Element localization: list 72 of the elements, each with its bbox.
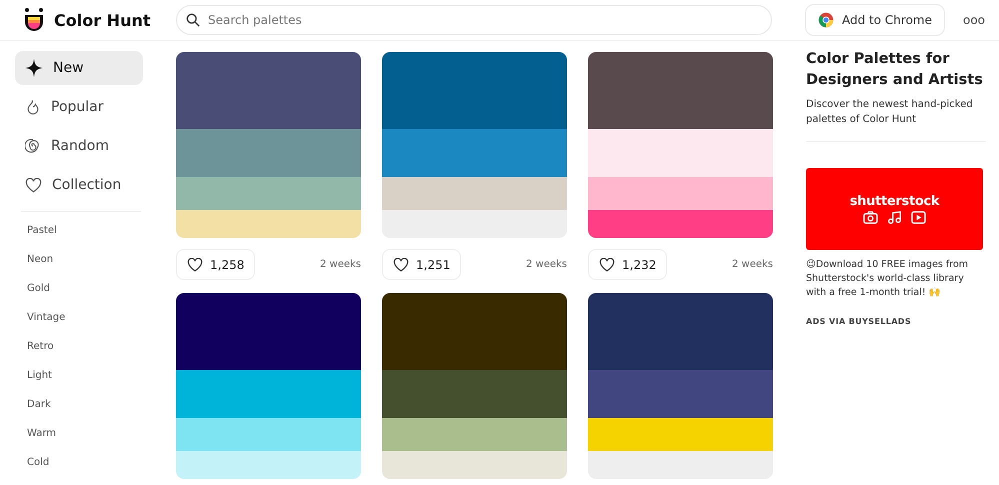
color-swatch[interactable] [382, 293, 567, 370]
add-to-chrome-button[interactable]: Add to Chrome [805, 4, 945, 36]
tag-link[interactable]: Pastel [15, 221, 160, 250]
ad-banner[interactable]: shutterstock [806, 168, 983, 250]
palette-swatches[interactable] [176, 52, 361, 238]
tag-link[interactable]: Neon [15, 250, 160, 279]
heart-icon [25, 178, 42, 192]
color-swatch[interactable] [176, 293, 361, 370]
palette-swatches[interactable] [382, 293, 567, 479]
tag-link[interactable]: Warm [15, 424, 160, 453]
tag-link[interactable]: Retro [15, 337, 160, 366]
search-field[interactable]: Search palettes [176, 5, 772, 35]
ad-text[interactable]: 😉Download 10 FREE images from Shutterstock's world-class library with a free 1-month trial! 🙌 [806, 258, 986, 300]
color-swatch[interactable] [176, 210, 361, 238]
music-note-icon [887, 211, 902, 224]
ad-logo-text: shutterstock [850, 194, 940, 209]
palette-age: 2 weeks [526, 259, 567, 270]
color-swatch[interactable] [588, 418, 773, 451]
color-swatch[interactable] [588, 177, 773, 210]
color-swatch[interactable] [588, 129, 773, 177]
palette-swatches[interactable] [588, 52, 773, 238]
nav-item[interactable]: New [15, 51, 143, 85]
aside-description: Discover the newest hand-picked palettes of Color Hunt [806, 98, 974, 127]
camera-icon [863, 211, 878, 224]
color-swatch[interactable] [588, 210, 773, 238]
nav-item[interactable]: Popular [15, 90, 143, 124]
color-swatch[interactable] [588, 293, 773, 370]
palette-swatches[interactable] [176, 293, 361, 479]
color-swatch[interactable] [176, 451, 361, 479]
color-swatch[interactable] [382, 370, 567, 418]
palette-swatches[interactable] [588, 293, 773, 479]
color-swatch[interactable] [382, 177, 567, 210]
color-swatch[interactable] [382, 451, 567, 479]
tag-link[interactable]: Vintage [15, 308, 160, 337]
heart-icon [599, 258, 615, 272]
heart-icon [187, 258, 203, 272]
color-swatch[interactable] [382, 418, 567, 451]
logo-icon [22, 7, 46, 33]
tag-link[interactable]: Light [15, 366, 160, 395]
spiral-icon [25, 138, 41, 154]
palette-age: 2 weeks [320, 259, 361, 270]
play-icon [911, 211, 926, 224]
flame-icon [25, 98, 41, 116]
color-swatch[interactable] [176, 418, 361, 451]
nav-item[interactable]: Random [15, 129, 143, 163]
color-swatch[interactable] [176, 129, 361, 177]
aside-title: Color Palettes for Designers and Artists [806, 50, 984, 90]
color-swatch[interactable] [176, 52, 361, 129]
palette-age: 2 weeks [732, 259, 773, 270]
tag-link[interactable]: Cold [15, 453, 160, 482]
heart-icon [393, 258, 409, 272]
site-name[interactable]: Color Hunt [54, 10, 150, 30]
nav-item[interactable]: Collection [15, 168, 143, 202]
ad-attribution[interactable]: ADS VIA BUYSELLADS [806, 317, 912, 326]
color-swatch[interactable] [382, 210, 567, 238]
color-swatch[interactable] [588, 370, 773, 418]
color-swatch[interactable] [382, 129, 567, 177]
color-swatch[interactable] [176, 177, 361, 210]
like-button[interactable]: 1,251 [382, 249, 462, 280]
color-swatch[interactable] [588, 451, 773, 479]
like-button[interactable]: 1,258 [176, 249, 256, 280]
tag-link[interactable]: Dark [15, 395, 160, 424]
like-button[interactable]: 1,232 [588, 249, 668, 280]
palette-swatches[interactable] [382, 52, 567, 238]
sparkle-icon [25, 59, 43, 77]
color-swatch[interactable] [382, 52, 567, 129]
color-swatch[interactable] [588, 52, 773, 129]
search-icon [186, 13, 200, 27]
color-swatch[interactable] [176, 370, 361, 418]
tag-link[interactable]: Gold [15, 279, 160, 308]
more-button[interactable]: ooo [962, 13, 986, 27]
chrome-icon [818, 12, 834, 28]
